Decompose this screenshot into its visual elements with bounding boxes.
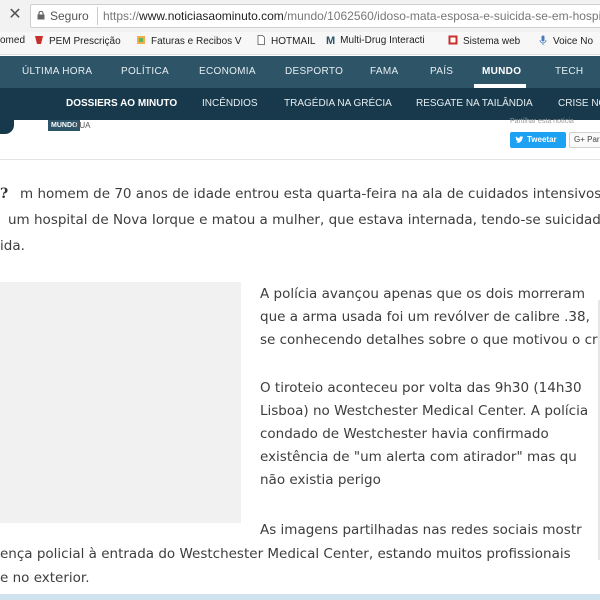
para3-line-2: ença policial à entrada do Westchester M… bbox=[0, 546, 571, 562]
bookmark-hotmail[interactable]: HOTMAIL bbox=[256, 35, 315, 47]
close-tab-icon[interactable]: ✕ bbox=[6, 6, 24, 24]
bookmark-sistema-web[interactable]: Sistema web bbox=[448, 35, 520, 47]
bookmark-label: PEM Prescrição bbox=[49, 36, 121, 47]
url-prefix: https:// bbox=[103, 9, 140, 23]
para1-line-3: se conhecendo detalhes sobre o que motiv… bbox=[260, 332, 600, 348]
google-plus-share-button[interactable]: G+ Par bbox=[569, 132, 600, 148]
bookmark-label: Sistema web bbox=[463, 36, 521, 47]
meta-divider bbox=[0, 159, 600, 160]
para2-line-3: condado de Westchester havia confirmado bbox=[260, 426, 549, 442]
nav-tech[interactable]: TECH bbox=[555, 66, 583, 77]
nav-politica[interactable]: POLÍTICA bbox=[121, 66, 169, 77]
bookmark-label: Faturas e Recibos V bbox=[151, 36, 242, 47]
page-icon bbox=[257, 35, 265, 45]
subnav-crise[interactable]: CRISE NO bbox=[558, 98, 600, 109]
url-path: /mundo/1062560/idoso-mata-esposa-e-suici… bbox=[283, 9, 600, 23]
para3-line-1: As imagens partilhadas nas redes sociais… bbox=[260, 522, 582, 538]
nav-pais[interactable]: PAÍS bbox=[430, 66, 453, 77]
url-host: www.noticiasaominuto.com bbox=[139, 9, 284, 23]
intro-line-2: um hospital de Nova Iorque e matou a mul… bbox=[8, 212, 600, 228]
lock-icon bbox=[37, 11, 45, 20]
tweet-label: Tweetar bbox=[527, 135, 557, 144]
bookmark-label: omed bbox=[0, 35, 26, 46]
nav-economia[interactable]: ECONOMIA bbox=[199, 66, 256, 77]
para2-line-1: O tiroteio aconteceu por volta das 9h30 … bbox=[260, 380, 582, 396]
nav-fama[interactable]: FAMA bbox=[370, 66, 398, 77]
nav-mundo[interactable]: MUNDO bbox=[482, 66, 521, 77]
para1-line-2: que a arma usada foi um revólver de cali… bbox=[260, 309, 590, 325]
bookmark-omed[interactable]: omed bbox=[0, 35, 25, 46]
logo-corner bbox=[0, 120, 14, 134]
faturas-favicon-icon bbox=[137, 36, 145, 44]
pem-favicon-icon bbox=[35, 36, 43, 44]
microphone-icon bbox=[539, 35, 547, 45]
intro-line-3: ida. bbox=[0, 238, 25, 254]
url-omnibox[interactable]: Seguro https://www.noticiasaominuto.com/… bbox=[30, 4, 600, 28]
sistema-favicon-icon bbox=[448, 35, 458, 45]
bookmark-voice[interactable]: Voice No bbox=[538, 35, 593, 47]
subnav-resgate-tailandia[interactable]: RESGATE NA TAILÂNDIA bbox=[416, 98, 533, 109]
para3-line-3: e no exterior. bbox=[0, 570, 90, 586]
twitter-bird-icon bbox=[515, 136, 524, 143]
drop-cap: ? bbox=[0, 186, 9, 202]
bookmark-label: Multi-Drug Interacti bbox=[340, 35, 425, 46]
para2-line-4: existência de "um alerta com atirador" m… bbox=[260, 449, 577, 465]
browser-address-bar: ✕ Seguro https://www.noticiasaominuto.co… bbox=[0, 0, 600, 33]
intro-line-1: m homem de 70 anos de idade entrou esta … bbox=[20, 186, 600, 202]
bookmark-pem-prescricao[interactable]: PEM Prescrição bbox=[34, 35, 121, 47]
url-text[interactable]: https://www.noticiasaominuto.com/mundo/1… bbox=[103, 9, 600, 23]
horizontal-scrollbar[interactable] bbox=[0, 594, 600, 600]
para2-line-5: não existia perigo bbox=[260, 472, 381, 488]
subnav-incendios[interactable]: INCÊNDIOS bbox=[202, 98, 258, 109]
site-top-nav: ÚLTIMA HORA POLÍTICA ECONOMIA DESPORTO F… bbox=[0, 56, 600, 88]
tweet-button[interactable]: Tweetar bbox=[510, 132, 566, 148]
bookmark-faturas[interactable]: Faturas e Recibos V bbox=[136, 35, 242, 47]
nav-ultima-hora[interactable]: ÚLTIMA HORA bbox=[22, 66, 92, 77]
security-label: Seguro bbox=[50, 9, 89, 23]
nav-desporto[interactable]: DESPORTO bbox=[285, 66, 343, 77]
article-image[interactable] bbox=[0, 282, 241, 523]
bookmark-multi-drug[interactable]: M Multi-Drug Interacti bbox=[326, 35, 425, 47]
subnav-dossiers[interactable]: DOSSIERS AO MINUTO bbox=[66, 98, 177, 109]
share-hint: Partilhar esta notícia bbox=[510, 118, 574, 125]
dossiers-subnav: DOSSIERS AO MINUTO INCÊNDIOS TRAGÉDIA NA… bbox=[0, 88, 600, 120]
url-separator bbox=[97, 7, 98, 25]
subnav-tragedia-grecia[interactable]: TRAGÉDIA NA GRÉCIA bbox=[284, 98, 392, 109]
bookmark-label: HOTMAIL bbox=[271, 36, 316, 47]
para2-line-2: Lisboa) no Westchester Medical Center. A… bbox=[260, 403, 589, 419]
medscape-m-icon: M bbox=[326, 35, 336, 47]
article-meta-row: MUNDO EUA Partilhar esta notícia Tweetar… bbox=[0, 118, 600, 160]
para1-line-1: A polícia avançou apenas que os dois mor… bbox=[260, 286, 585, 302]
bookmarks-bar: omed PEM Prescrição Faturas e Recibos V … bbox=[0, 32, 600, 55]
region-tag[interactable]: EUA bbox=[74, 120, 90, 131]
bookmark-label: Voice No bbox=[553, 36, 594, 47]
